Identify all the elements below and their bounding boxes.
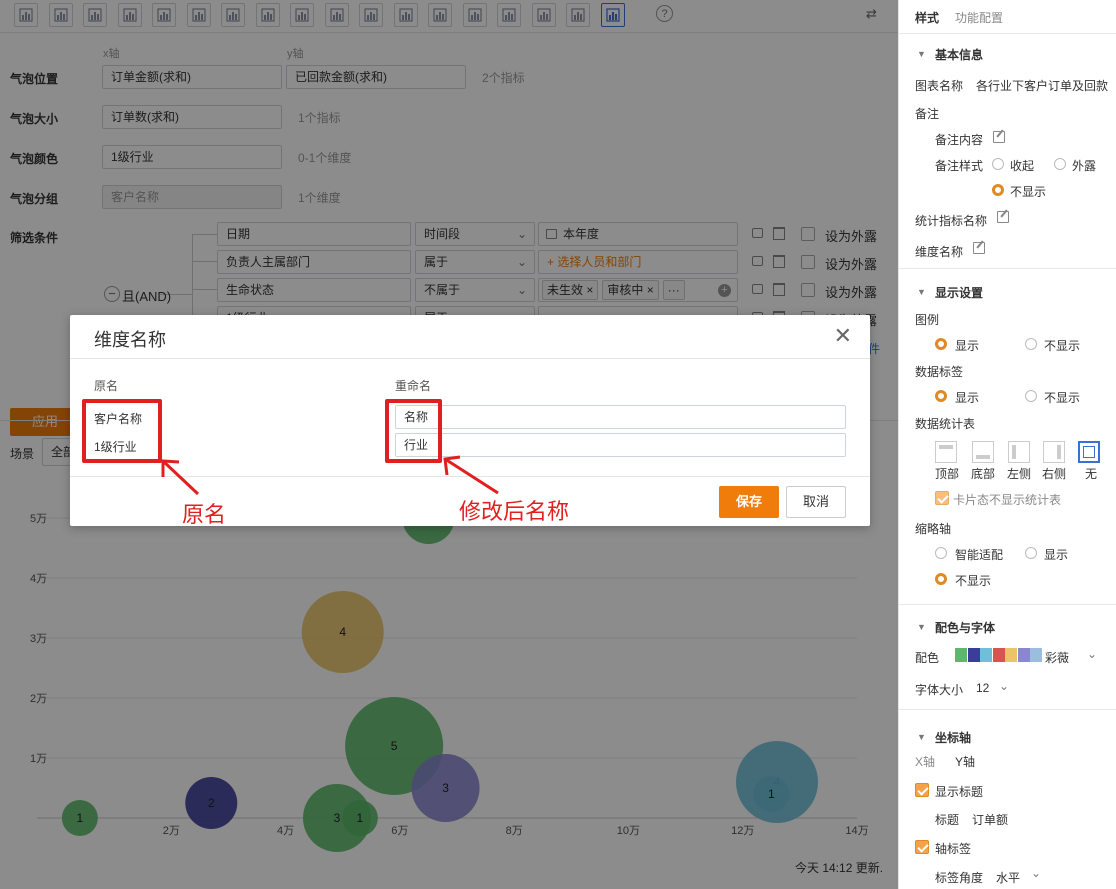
tab-x-axis[interactable]: X轴	[915, 753, 935, 770]
dim-name-label: 维度名称	[915, 245, 964, 259]
radio-exposed-label: 外露	[1072, 159, 1097, 173]
layout-bottom-label: 底部	[971, 467, 996, 481]
caret-down-icon[interactable]: ▼	[917, 49, 926, 59]
radio-hide[interactable]	[992, 184, 1004, 196]
layout-bottom-icon[interactable]	[972, 441, 994, 463]
palette-label: 配色	[915, 651, 940, 665]
palette-swatch	[955, 648, 967, 662]
axis-tick-label: 轴标签	[935, 842, 972, 856]
axis-title-value[interactable]: 订单额	[972, 811, 1008, 828]
radio-thumb-show-label: 显示	[1044, 548, 1069, 562]
radio-legend-hide-label: 不显示	[1044, 339, 1081, 353]
caret-down-icon[interactable]: ▼	[917, 732, 926, 742]
section-basic-info: 基本信息	[935, 48, 984, 62]
tab-function-config[interactable]: 功能配置	[955, 9, 1003, 26]
radio-thumb-hide-label: 不显示	[955, 574, 992, 588]
remark-content-label: 备注内容	[935, 133, 984, 147]
tick-angle-value[interactable]: 水平	[996, 869, 1020, 886]
tick-angle-label: 标签角度	[935, 871, 984, 885]
radio-collapse-label: 收起	[1010, 159, 1035, 173]
layout-right-label: 右侧	[1042, 467, 1067, 481]
radio-thumb-show[interactable]	[1025, 547, 1037, 559]
legend-label: 图例	[915, 313, 940, 327]
radio-legend-show-label: 显示	[955, 339, 980, 353]
radio-datalabel-hide-label: 不显示	[1044, 391, 1081, 405]
axis-title-label: 标题	[935, 813, 960, 827]
style-panel: 样式 功能配置 ▼ 基本信息 图表名称 各行业下客户订单及回款 备注 备注内容 …	[898, 0, 1116, 889]
tab-style[interactable]: 样式	[915, 9, 939, 26]
chevron-down-icon[interactable]: ⌄	[1087, 647, 1097, 661]
palette-swatch	[992, 648, 1005, 662]
palette-swatch	[1005, 648, 1017, 662]
font-size-label: 字体大小	[915, 683, 964, 697]
tab-y-axis[interactable]: Y轴	[955, 753, 975, 770]
layout-top-label: 顶部	[935, 467, 960, 481]
show-title-checkbox[interactable]	[915, 783, 929, 797]
remark-style-label: 备注样式	[935, 159, 984, 173]
section-display-settings: 显示设置	[935, 286, 984, 300]
layout-left-label: 左侧	[1007, 467, 1032, 481]
stat-name-label: 统计指标名称	[915, 214, 988, 228]
radio-hide-label: 不显示	[1010, 185, 1047, 199]
font-size-value[interactable]: 12	[976, 681, 989, 695]
thumbnail-axis-label: 缩略轴	[915, 522, 952, 536]
radio-legend-show[interactable]	[935, 338, 947, 350]
radio-exposed[interactable]	[1054, 158, 1066, 170]
card-hide-stat-label: 卡片态不显示统计表	[953, 493, 1062, 507]
edit-icon[interactable]	[993, 131, 1005, 143]
axis-tick-checkbox[interactable]	[915, 840, 929, 854]
caret-down-icon[interactable]: ▼	[917, 287, 926, 297]
radio-smart-fit[interactable]	[935, 547, 947, 559]
remark-label: 备注	[915, 107, 940, 121]
show-title-label: 显示标题	[935, 785, 984, 799]
stat-table-label: 数据统计表	[915, 417, 976, 431]
edit-icon[interactable]	[973, 242, 985, 254]
palette-swatch	[1030, 648, 1042, 662]
radio-legend-hide[interactable]	[1025, 338, 1037, 350]
card-hide-stat-checkbox[interactable]	[935, 491, 949, 505]
data-label-label: 数据标签	[915, 365, 964, 379]
annotation-arrows	[161, 455, 499, 496]
chart-name-value[interactable]: 各行业下客户订单及回款	[976, 77, 1116, 94]
edit-icon[interactable]	[997, 211, 1009, 223]
annotation-text-renamed: 修改后名称	[459, 499, 570, 524]
chart-name-label: 图表名称	[915, 79, 964, 93]
radio-datalabel-hide[interactable]	[1025, 390, 1037, 402]
palette-swatch	[1017, 648, 1030, 662]
radio-thumb-hide[interactable]	[935, 573, 947, 585]
section-color-font: 配色与字体	[935, 621, 996, 635]
palette-swatch	[980, 648, 992, 662]
layout-none-icon[interactable]	[1078, 441, 1100, 463]
radio-datalabel-show-label: 显示	[955, 391, 980, 405]
layout-none-label: 无	[1085, 467, 1098, 481]
radio-collapse[interactable]	[992, 158, 1004, 170]
layout-right-icon[interactable]	[1043, 441, 1065, 463]
layout-left-icon[interactable]	[1008, 441, 1030, 463]
layout-top-icon[interactable]	[935, 441, 957, 463]
annotation-text-original: 原名	[182, 502, 227, 527]
palette-swatch	[967, 648, 980, 662]
caret-down-icon[interactable]: ▼	[917, 622, 926, 632]
chevron-down-icon[interactable]: ⌄	[1031, 866, 1041, 880]
chevron-down-icon[interactable]: ⌄	[999, 679, 1009, 693]
radio-smart-fit-label: 智能适配	[955, 548, 1004, 562]
radio-datalabel-show[interactable]	[935, 390, 947, 402]
palette-name[interactable]: 彩薇	[1045, 649, 1069, 666]
section-axis: 坐标轴	[935, 731, 972, 745]
